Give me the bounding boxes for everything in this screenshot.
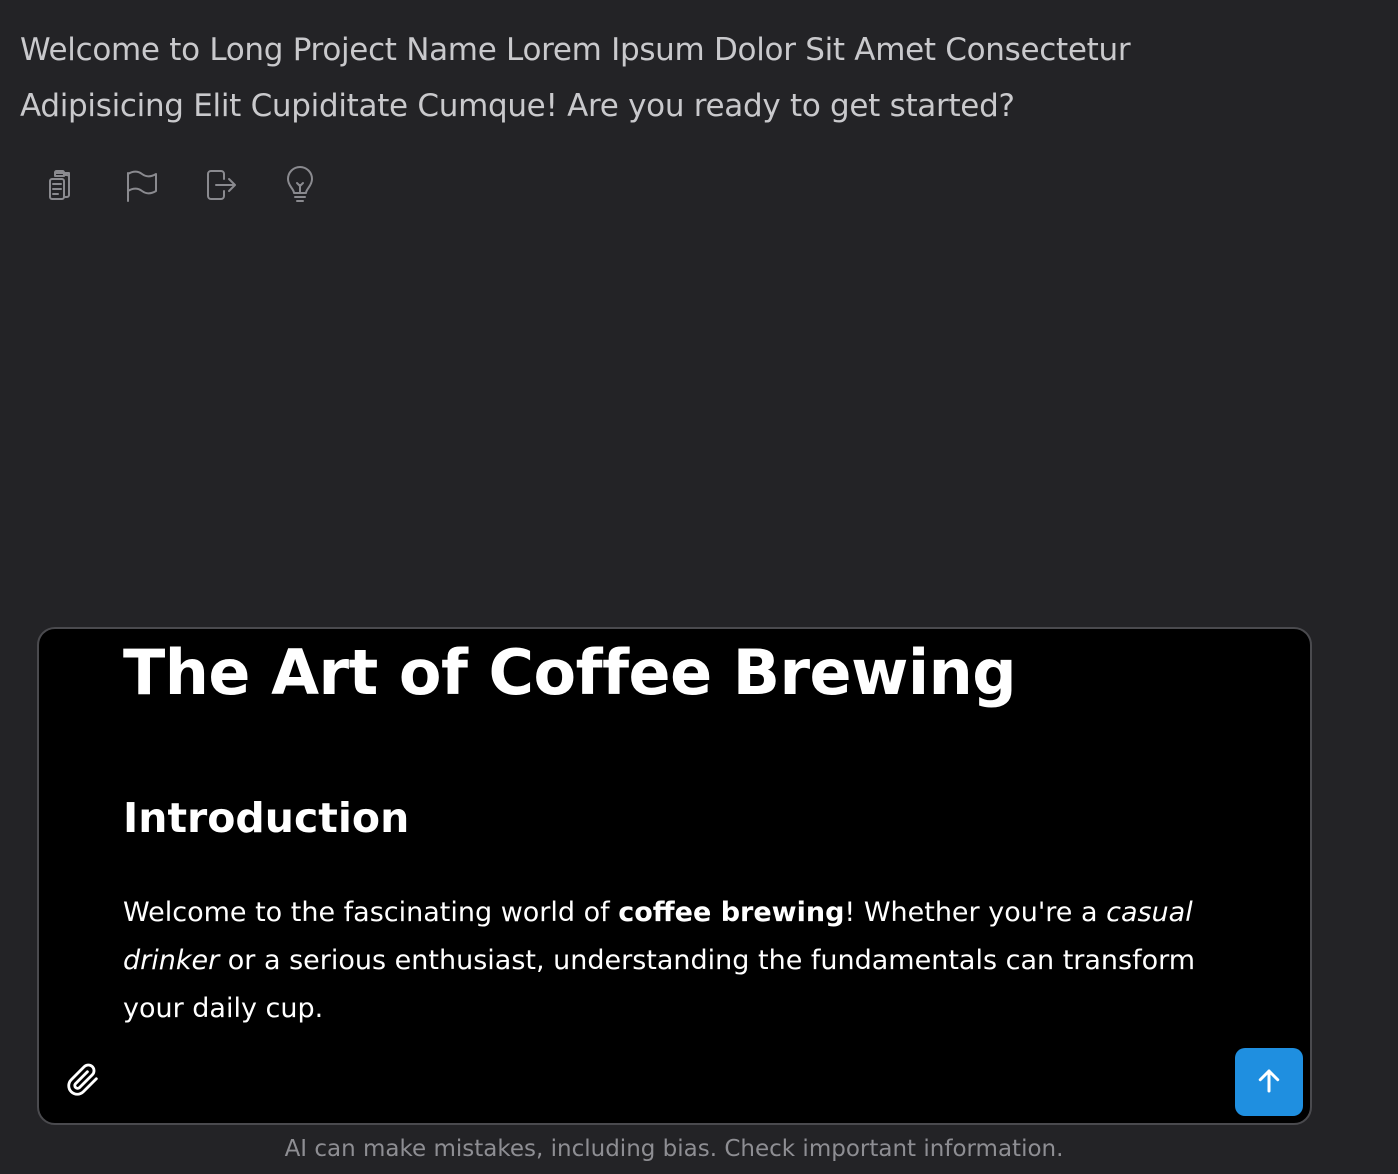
lightbulb-icon [282, 165, 318, 208]
flag-button[interactable] [118, 160, 198, 212]
section-heading: Introduction [123, 794, 410, 842]
suggest-button[interactable] [278, 160, 358, 212]
copy-button[interactable] [38, 160, 118, 212]
clipboard-icon [42, 165, 78, 208]
bold-text: coffee brewing [618, 897, 845, 928]
composer-editor[interactable]: The Art of Coffee Brewing Introduction W… [123, 629, 1233, 1039]
paragraph-text: Welcome to the fascinating world of [123, 897, 619, 928]
chat-page: Welcome to Long Project Name Lorem Ipsum… [0, 0, 1398, 1174]
arrow-up-icon [1254, 1066, 1284, 1099]
paperclip-icon [66, 1063, 100, 1100]
welcome-message: Welcome to Long Project Name Lorem Ipsum… [20, 32, 1131, 124]
message-composer: The Art of Coffee Brewing Introduction W… [37, 627, 1312, 1125]
attach-button[interactable] [63, 1061, 103, 1101]
flag-icon [122, 165, 158, 208]
document-title: The Art of Coffee Brewing [123, 636, 1017, 709]
export-button[interactable] [198, 160, 278, 212]
message-actions [38, 160, 358, 212]
intro-paragraph: Welcome to the fascinating world of coff… [123, 889, 1223, 1033]
paragraph-text: ! Whether you're a [844, 897, 1107, 928]
export-icon [202, 165, 238, 208]
ai-disclaimer: AI can make mistakes, including bias. Ch… [284, 1136, 1064, 1162]
send-button[interactable] [1235, 1048, 1303, 1116]
paragraph-text: or a serious enthusiast, understanding t… [123, 945, 1196, 1024]
